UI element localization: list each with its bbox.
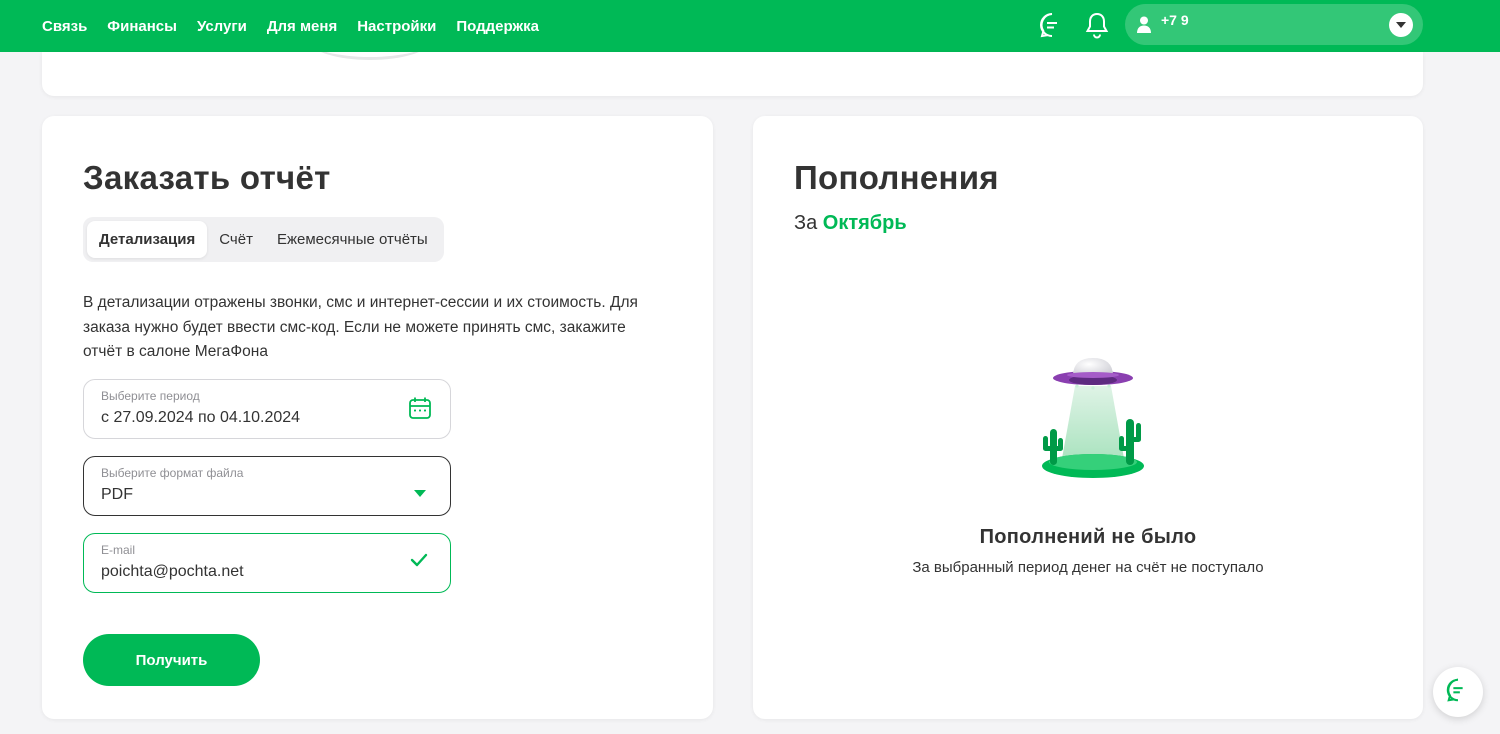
period-field-value: с 27.09.2024 по 04.10.2024 xyxy=(101,409,301,426)
ufo-cactus-illustration xyxy=(1033,356,1153,491)
file-format-value: PDF xyxy=(101,486,133,503)
main-nav: Связь Финансы Услуги Для меня Настройки … xyxy=(42,0,539,52)
check-icon xyxy=(410,553,428,572)
email-field-label: E-mail xyxy=(101,543,136,557)
topups-period-prefix: За xyxy=(794,212,818,234)
topups-period: За Октябрь xyxy=(794,212,907,235)
order-report-card: Заказать отчёт Детализация Счёт Ежемесяч… xyxy=(42,116,713,719)
top-bar: Связь Финансы Услуги Для меня Настройки … xyxy=(0,0,1500,52)
nav-link-svyaz[interactable]: Связь xyxy=(42,18,87,35)
chat-icon xyxy=(1445,677,1471,708)
nav-link-support[interactable]: Поддержка xyxy=(456,18,539,35)
file-format-select[interactable]: Выберите формат файла PDF xyxy=(83,456,451,516)
order-report-title: Заказать отчёт xyxy=(83,159,331,196)
email-field-value: poichta@pochta.net xyxy=(101,563,244,580)
decorative-arc xyxy=(310,52,430,60)
bell-icon[interactable] xyxy=(1082,10,1112,40)
chat-icon[interactable] xyxy=(1037,10,1067,40)
chevron-down-icon[interactable] xyxy=(1389,13,1413,37)
empty-state-subtitle: За выбранный период денег на счёт не пос… xyxy=(912,559,1264,576)
file-format-label: Выберите формат файла xyxy=(101,466,244,480)
tab-invoice[interactable]: Счёт xyxy=(207,221,265,258)
tab-monthly-reports[interactable]: Ежемесячные отчёты xyxy=(265,221,440,258)
empty-state-title: Пополнений не было xyxy=(979,526,1197,548)
nav-link-services[interactable]: Услуги xyxy=(197,18,247,35)
tab-detalization[interactable]: Детализация xyxy=(87,221,208,258)
user-icon xyxy=(1137,16,1151,38)
email-field[interactable]: E-mail poichta@pochta.net xyxy=(83,533,451,593)
get-report-button[interactable]: Получить xyxy=(83,634,260,686)
calendar-icon[interactable] xyxy=(408,396,432,425)
chevron-down-icon[interactable] xyxy=(414,484,426,502)
report-description: В детализации отражены звонки, смс и инт… xyxy=(83,294,638,360)
nav-link-settings[interactable]: Настройки xyxy=(357,18,436,35)
nav-link-finance[interactable]: Финансы xyxy=(107,18,177,35)
period-field-label: Выберите период xyxy=(101,389,200,403)
support-chat-button[interactable] xyxy=(1433,667,1483,717)
previous-card xyxy=(42,52,1423,96)
topups-period-month[interactable]: Октябрь xyxy=(823,212,907,234)
profile-phone: +7 9 xyxy=(1161,12,1189,28)
period-field[interactable]: Выберите период с 27.09.2024 по 04.10.20… xyxy=(83,379,451,439)
report-tabs: Детализация Счёт Ежемесячные отчёты xyxy=(83,217,444,262)
topups-title: Пополнения xyxy=(794,159,999,196)
profile-menu[interactable]: +7 9 xyxy=(1125,4,1423,45)
topups-card: Пополнения За Октябрь Пополнений не было… xyxy=(753,116,1423,719)
nav-link-for-me[interactable]: Для меня xyxy=(267,18,337,35)
